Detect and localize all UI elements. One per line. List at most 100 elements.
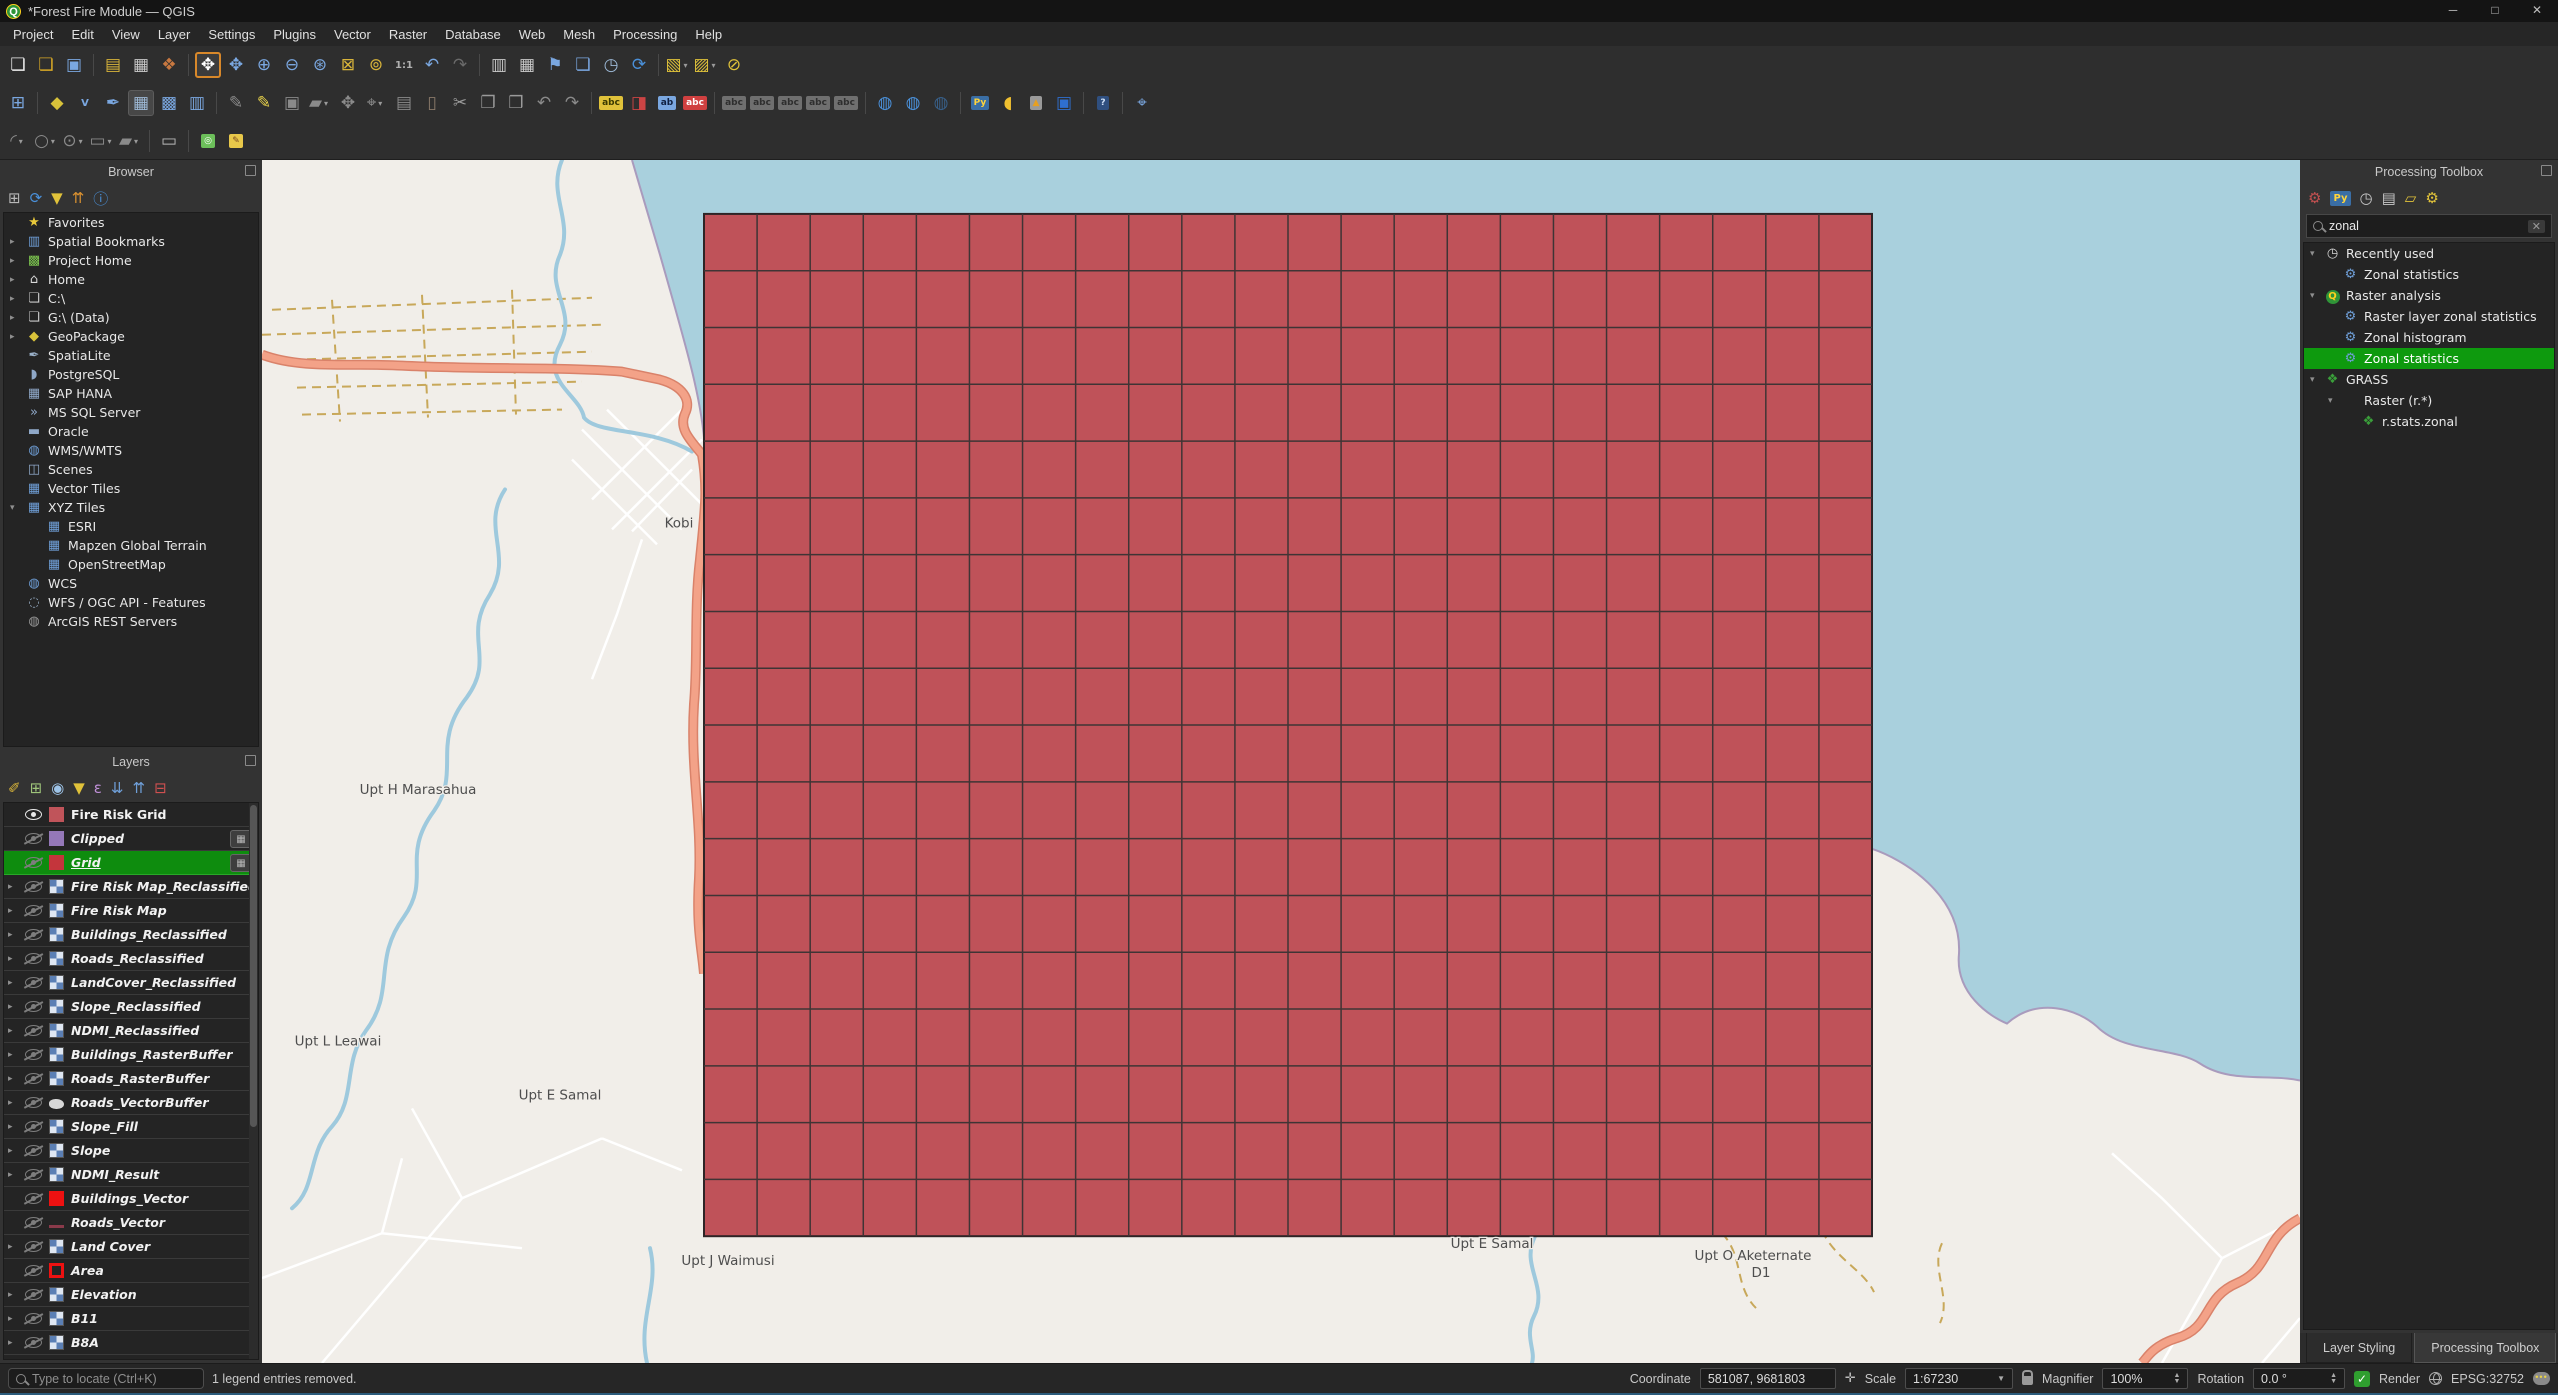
help-contents-icon[interactable]: ? (1090, 90, 1116, 116)
processing-item-zonal-statistics[interactable]: ⚙ Zonal statistics (2304, 348, 2554, 369)
layer-row-buildings-vector[interactable]: Buildings_Vector (4, 1187, 258, 1211)
python-scripts-icon[interactable]: Py (2330, 190, 2351, 206)
move-feature-icon[interactable]: ✥ (335, 90, 361, 116)
menu-layer[interactable]: Layer (149, 24, 200, 45)
eye-hidden-icon[interactable] (24, 929, 42, 940)
attributes-icon[interactable]: ▤ (391, 90, 417, 116)
annotation-tool-icon[interactable]: ▭ (156, 128, 182, 154)
visibility-toggle[interactable] (21, 809, 45, 820)
zoom-to-selection-icon[interactable]: ⊠ (335, 52, 361, 78)
eye-hidden-icon[interactable] (24, 1025, 42, 1036)
new-shapefile-icon[interactable]: V (72, 90, 98, 116)
browser-item-oracle[interactable]: ▬ Oracle (4, 422, 258, 441)
expander-icon[interactable]: ▾ (2310, 375, 2323, 385)
layer-row-buildings-rasterbuffer[interactable]: ▸ Buildings_RasterBuffer (4, 1043, 258, 1067)
scale-combobox[interactable]: 1:67230 ▼ (1905, 1368, 2014, 1389)
expander-icon[interactable]: ▸ (8, 906, 21, 916)
visibility-toggle[interactable] (21, 1025, 45, 1036)
select-features-icon[interactable]: ▧ ▾ (665, 52, 691, 78)
remove-layer-icon[interactable]: ⊟ (154, 779, 167, 797)
layer-row-roads-reclassified[interactable]: ▸ Roads_Reclassified (4, 947, 258, 971)
quickmapservices-icon[interactable]: ◖ (995, 90, 1021, 116)
collapse-all-browser-icon[interactable]: ⇈ (72, 189, 85, 207)
expander-icon[interactable]: ▸ (10, 256, 24, 266)
layer-labeling-icon[interactable]: abc (598, 90, 624, 116)
browser-item-postgresql[interactable]: ◗ PostgreSQL (4, 365, 258, 384)
expander-icon[interactable]: ▾ (2310, 291, 2323, 301)
data-source-manager-icon[interactable]: ⊞ (5, 90, 31, 116)
expander-icon[interactable]: ▾ (2328, 396, 2341, 406)
expander-icon[interactable]: ▸ (8, 882, 21, 892)
browser-item-esri[interactable]: ▦ ESRI (4, 517, 258, 536)
layout-manager-icon[interactable]: ▦ (128, 52, 154, 78)
browser-item-wcs[interactable]: ◍ WCS (4, 574, 258, 593)
crs-globe-icon[interactable] (2429, 1372, 2443, 1385)
toggle-editing-icon[interactable]: ✎ (251, 90, 277, 116)
eye-hidden-icon[interactable] (24, 1265, 42, 1276)
add-record-icon[interactable]: ▰ ▾ (307, 90, 333, 116)
visibility-toggle[interactable] (21, 857, 45, 868)
pan-to-selection-icon[interactable]: ✥ (223, 52, 249, 78)
zoom-in-icon[interactable]: ⊕ (251, 52, 277, 78)
rotation-spinbox[interactable]: 0.0 ° ▲ ▼ (2253, 1368, 2346, 1389)
browser-item-spatial-bookmarks[interactable]: ▸ ▥ Spatial Bookmarks (4, 232, 258, 251)
filter-browser-icon[interactable]: ▼ (51, 189, 63, 207)
web-search-icon[interactable]: ◍ (900, 90, 926, 116)
eye-hidden-icon[interactable] (24, 1313, 42, 1324)
layer-row-clipped[interactable]: Clipped ▦ (4, 827, 258, 851)
visibility-toggle[interactable] (21, 929, 45, 940)
eye-visible-icon[interactable] (24, 809, 42, 820)
layer-diagram-icon[interactable]: ◨ (626, 90, 652, 116)
magnifier-spin-arrows[interactable]: ▲ ▼ (2174, 1372, 2181, 1385)
expander-icon[interactable]: ▸ (8, 1314, 21, 1324)
new-spatialite-icon[interactable]: ✒ (100, 90, 126, 116)
expander-icon[interactable]: ▸ (8, 1074, 21, 1084)
layer-row-ndmi-result[interactable]: ▸ NDMI_Result (4, 1163, 258, 1187)
clear-search-icon[interactable]: ✕ (2527, 219, 2545, 233)
expander-icon[interactable]: ▸ (8, 978, 21, 988)
new-print-layout-icon[interactable]: ▤ (100, 52, 126, 78)
metasearch-icon[interactable]: ◍ (872, 90, 898, 116)
label-tool-3-icon[interactable]: abc (777, 90, 803, 116)
processing-item-r-stats-zonal[interactable]: ❖ r.stats.zonal (2304, 411, 2554, 432)
models-icon[interactable]: ⚙ (2308, 189, 2321, 207)
dropdown-arrow-icon[interactable]: ▾ (324, 99, 331, 108)
locate-search-input[interactable]: Type to locate (Ctrl+K) (8, 1368, 204, 1389)
eye-hidden-icon[interactable] (24, 881, 42, 892)
magnifier-spinbox[interactable]: 100% ▲ ▼ (2102, 1368, 2189, 1389)
save-project-icon[interactable]: ▣ (61, 52, 87, 78)
menu-processing[interactable]: Processing (604, 24, 686, 45)
expand-all-icon[interactable]: ⇊ (111, 779, 124, 797)
visibility-toggle[interactable] (21, 1217, 45, 1228)
tab-layer-styling[interactable]: Layer Styling (2306, 1333, 2413, 1363)
new-virtual-layer-icon[interactable]: ▩ (156, 90, 182, 116)
dropdown-arrow-icon[interactable]: ▾ (19, 137, 26, 146)
expander-icon[interactable]: ▸ (10, 294, 24, 304)
menu-raster[interactable]: Raster (380, 24, 436, 45)
add-selected-layer-icon[interactable]: ⊞ (8, 189, 21, 207)
layer-row-land-cover[interactable]: ▸ Land Cover (4, 1235, 258, 1259)
browser-item-home[interactable]: ▸ ⌂ Home (4, 270, 258, 289)
eye-hidden-icon[interactable] (24, 1241, 42, 1252)
new-bookmark-icon[interactable]: ⚑ (542, 52, 568, 78)
browser-item-arcgis-rest-servers[interactable]: ◍ ArcGIS REST Servers (4, 612, 258, 631)
maximize-button[interactable]: □ (2474, 0, 2516, 22)
processing-item-raster-analysis[interactable]: ▾ Q Raster analysis (2304, 285, 2554, 306)
browser-item-g-data-[interactable]: ▸ ❏ G:\ (Data) (4, 308, 258, 327)
results-viewer-icon[interactable]: ▤ (2382, 189, 2396, 207)
browser-item-xyz-tiles[interactable]: ▾ ▦ XYZ Tiles (4, 498, 258, 517)
vertex-tool-icon[interactable]: ⌖ ▾ (363, 90, 389, 116)
expander-icon[interactable]: ▸ (8, 1026, 21, 1036)
new-mesh-layer-icon[interactable]: ▥ (184, 90, 210, 116)
layer-row-slope[interactable]: ▸ Slope (4, 1139, 258, 1163)
browser-item-wfs-ogc-api-features[interactable]: ◌ WFS / OGC API - Features (4, 593, 258, 612)
select-by-value-icon[interactable]: ▨ ▾ (693, 52, 719, 78)
osm-edit-plugin-icon[interactable]: ✎ (223, 128, 249, 154)
edit-features-in-place-icon[interactable]: ▱ (2405, 189, 2417, 207)
browser-item-openstreetmap[interactable]: ▦ OpenStreetMap (4, 555, 258, 574)
layer-row-slope-fill[interactable]: ▸ Slope_Fill (4, 1115, 258, 1139)
expander-icon[interactable]: ▸ (10, 313, 24, 323)
menu-settings[interactable]: Settings (199, 24, 264, 45)
browser-item-favorites[interactable]: ★ Favorites (4, 213, 258, 232)
visibility-toggle[interactable] (21, 1097, 45, 1108)
